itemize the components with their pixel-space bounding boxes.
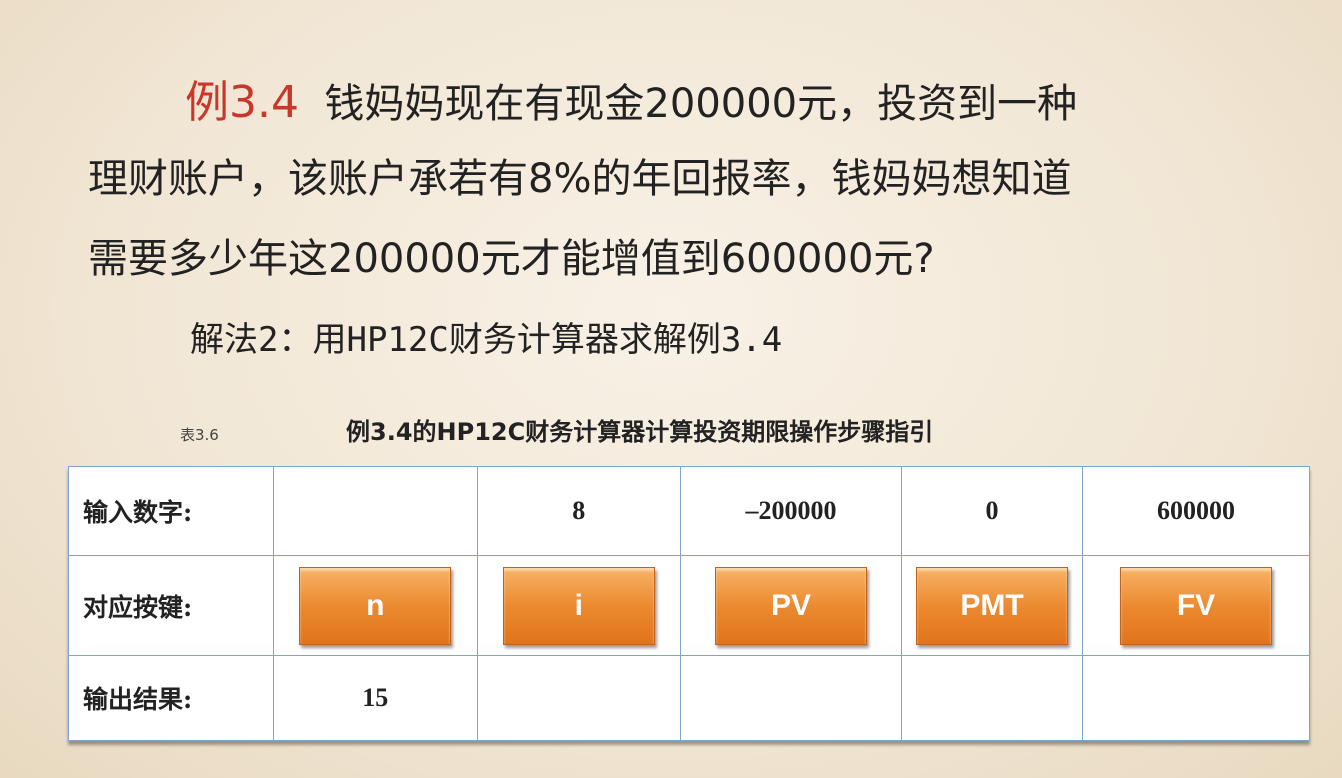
table-title: 例3.4的HP12C财务计算器计算投资期限操作步骤指引 — [346, 418, 934, 446]
row-header: 输入数字: — [68, 466, 274, 556]
table-row-output: 输出结果: 15 — [68, 655, 1310, 741]
table-label: 表3.6 — [180, 426, 219, 444]
row-header: 输出结果: — [68, 655, 274, 741]
cell: 15 — [273, 655, 478, 741]
cell — [273, 466, 478, 556]
cell — [901, 655, 1083, 741]
solution-heading: 解法2：用HP12C财务计算器求解例3.4 — [190, 320, 783, 360]
table-row-input: 输入数字: 8 –200000 0 600000 — [68, 466, 1310, 556]
cell: –200000 — [680, 466, 902, 556]
problem-line-2: 理财账户，该账户承若有8%的年回报率，钱妈妈想知道 — [88, 156, 1072, 202]
cell — [476, 655, 681, 741]
row-header: 对应按键: — [68, 555, 274, 656]
cell: 600000 — [1082, 466, 1310, 556]
cell: 8 — [476, 466, 681, 556]
table-row-keys: 对应按键: n i PV PMT FV — [68, 555, 1310, 656]
key-pmt-button[interactable]: PMT — [916, 566, 1068, 645]
key-pv-button[interactable]: PV — [715, 566, 867, 645]
problem-text: 钱妈妈现在有现金200000元，投资到一种 — [324, 81, 1078, 127]
cell: 0 — [901, 466, 1083, 556]
key-n-button[interactable]: n — [299, 566, 452, 645]
problem-line-3: 需要多少年这200000元才能增值到600000元? — [88, 236, 935, 282]
cell — [1082, 655, 1310, 741]
key-i-button[interactable]: i — [502, 566, 655, 645]
example-label: 例3.4 — [185, 77, 299, 128]
problem-line-1: 例3.4 钱妈妈现在有现金200000元，投资到一种 — [185, 66, 1077, 130]
hp12c-steps-table: 输入数字: 8 –200000 0 600000 对应按键: n i PV PM… — [68, 466, 1310, 741]
key-fv-button[interactable]: FV — [1120, 566, 1272, 645]
cell — [680, 655, 902, 741]
